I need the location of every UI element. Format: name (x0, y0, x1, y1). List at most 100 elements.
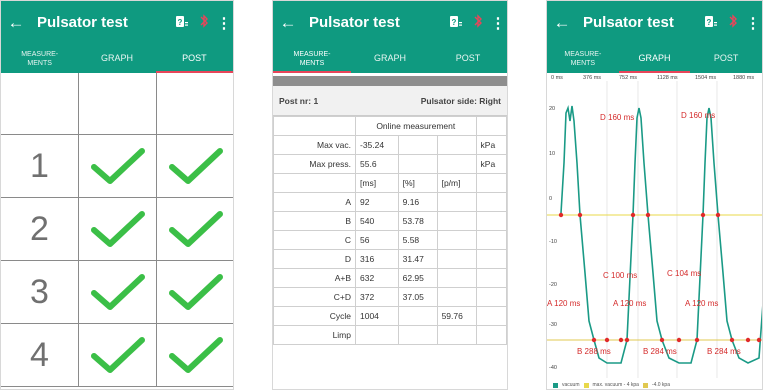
tab-measurements-label: MEASURE- MENTS (21, 50, 59, 67)
x-tick-label: 1128 ms (657, 75, 678, 81)
post-row[interactable]: 2 (1, 198, 233, 261)
vacuum-curve (560, 104, 762, 364)
post-number-label: Post nr: 1 (279, 95, 319, 106)
phase-marker (577, 212, 583, 218)
app-bar: ← Pulsator test ? ⋮ (1, 1, 233, 44)
post-number-cell: 3 (1, 261, 79, 323)
more-options-button[interactable]: ⋮ (215, 14, 233, 32)
post-row[interactable]: 3 (1, 261, 233, 324)
tab-graph[interactable]: GRAPH (618, 44, 691, 73)
table-cell (436, 192, 477, 212)
help-battery-icon[interactable]: ? (700, 15, 722, 31)
table-cell: 53.78 (397, 211, 438, 231)
legend-max-vacuum: max. vacuum - 4 kpa (592, 382, 639, 388)
phase-annotation: A 120 ms (613, 299, 646, 308)
phase-marker (756, 337, 762, 343)
tab-graph-label: GRAPH (373, 53, 406, 63)
table-cell: [ms] (355, 173, 399, 193)
phase-marker (676, 337, 682, 343)
help-battery-icon[interactable]: ? (171, 15, 193, 31)
table-cell: A+B (273, 268, 356, 288)
back-button[interactable]: ← (273, 13, 303, 33)
app-title: Pulsator test (583, 14, 674, 31)
tab-measurements[interactable]: MEASURE- MENTS (1, 44, 78, 73)
legend-minus-4: -4.0 kpa (651, 382, 670, 388)
table-cell (475, 306, 507, 326)
more-options-button[interactable]: ⋮ (744, 14, 762, 32)
tab-bar: MEASURE- MENTS GRAPH POST (547, 44, 762, 73)
table-cell (436, 135, 477, 155)
phase-marker (694, 337, 700, 343)
divider-bar (273, 76, 507, 86)
post-grid-header-row (1, 73, 233, 135)
table-cell: 59.76 (436, 306, 477, 326)
y-tick-label: -20 (549, 282, 557, 288)
table-cell: [p/m] (436, 173, 477, 193)
tab-graph-label: GRAPH (638, 53, 671, 63)
phase-marker (604, 337, 610, 343)
phase-marker (659, 337, 665, 343)
bluetooth-off-icon[interactable] (467, 14, 489, 31)
post-number: 3 (30, 272, 49, 311)
help-battery-icon[interactable]: ? (445, 15, 467, 31)
pulsator-side-label: Pulsator side: Right (420, 95, 501, 106)
tab-graph-label: GRAPH (100, 53, 133, 63)
table-row: Limp (273, 325, 507, 345)
table-cell (436, 230, 477, 250)
phase-annotation: A 120 ms (547, 299, 580, 308)
table-row: C+D 372 37.05 (273, 287, 507, 307)
table-cell (397, 154, 438, 174)
tab-graph[interactable]: GRAPH (78, 44, 155, 73)
back-button[interactable]: ← (547, 13, 577, 33)
post-row[interactable]: 1 (1, 135, 233, 198)
post-row[interactable]: 4 (1, 324, 233, 387)
tab-post[interactable]: POST (429, 44, 507, 73)
tab-post-label: POST (182, 53, 207, 63)
table-cell: 372 (355, 287, 399, 307)
bluetooth-off-icon[interactable] (722, 14, 744, 31)
phase-marker (558, 212, 564, 218)
post-info-bar: Post nr: 1 Pulsator side: Right (273, 86, 507, 116)
table-cell (475, 287, 507, 307)
tab-measurements[interactable]: MEASURE- MENTS (547, 44, 619, 73)
x-tick-label: 0 ms (551, 75, 563, 81)
back-button[interactable]: ← (1, 13, 31, 33)
y-tick-label: -40 (549, 365, 557, 371)
table-cell (436, 268, 477, 288)
phase-annotation: D 160 ms (681, 111, 715, 120)
phase-annotation: B 284 ms (707, 347, 741, 356)
phase-annotation: C 100 ms (603, 271, 637, 280)
graph-legend: vacuum max. vacuum - 4 kpa -4.0 kpa (553, 382, 670, 388)
phase-marker (624, 337, 630, 343)
tab-bar: MEASURE- MENTS GRAPH POST (1, 44, 233, 73)
check-icon (157, 324, 233, 386)
table-row: [ms] [%] [p/m] (273, 173, 507, 193)
table-cell: B (273, 211, 356, 231)
table-cell: 56 (355, 230, 399, 250)
table-cell: 37.05 (397, 287, 438, 307)
post-grid-cell (157, 73, 233, 134)
more-options-button[interactable]: ⋮ (489, 14, 507, 32)
tab-post-label: POST (455, 53, 481, 63)
app-title: Pulsator test (37, 14, 128, 31)
bluetooth-off-icon[interactable] (193, 14, 215, 31)
table-row: C 56 5.58 (273, 230, 507, 250)
phase-marker (745, 337, 751, 343)
tab-post[interactable]: POST (155, 44, 233, 73)
post-number-cell: 2 (1, 198, 79, 260)
table-cell (273, 173, 356, 193)
x-tick-label: 1504 ms (695, 75, 716, 81)
phase-marker (700, 212, 706, 218)
table-cell (397, 306, 438, 326)
tab-measurements[interactable]: MEASURE- MENTS (273, 44, 351, 73)
table-cell: -35.24 (355, 135, 399, 155)
pulsation-graph[interactable]: 0 ms 376 ms 752 ms 1128 ms 1504 ms 1880 ms 20 1… (547, 73, 762, 389)
tab-post[interactable]: POST (690, 44, 762, 73)
table-row: Max vac. -35.24 kPa (273, 135, 507, 155)
table-row: B 540 53.78 (273, 211, 507, 231)
table-header-row: Online measurement (273, 116, 507, 136)
check-icon (79, 261, 157, 323)
phase-annotation: B 284 ms (643, 347, 677, 356)
x-tick-label: 1880 ms (733, 75, 754, 81)
tab-graph[interactable]: GRAPH (351, 44, 429, 73)
